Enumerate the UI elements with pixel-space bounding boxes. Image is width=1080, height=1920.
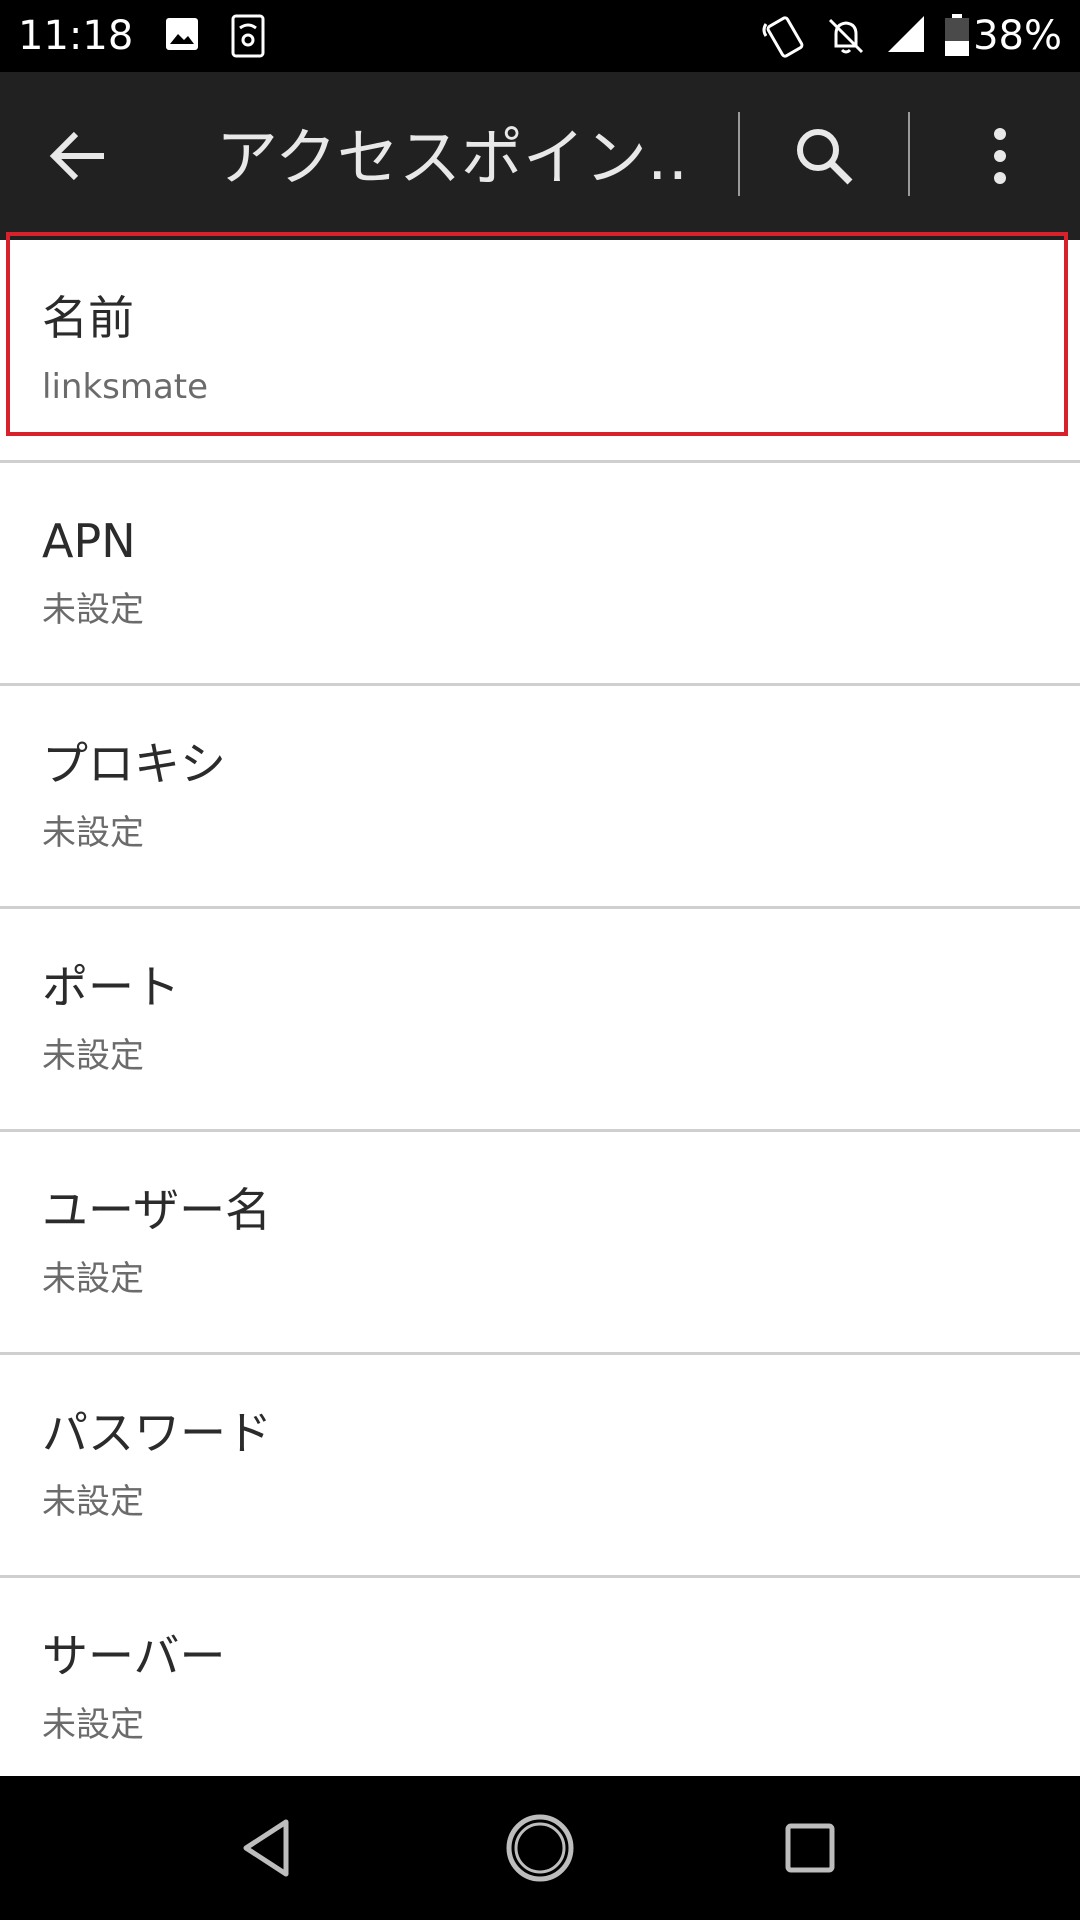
back-button[interactable] [40, 116, 120, 196]
item-summary: 未設定 [42, 590, 144, 630]
toolbar-divider [738, 112, 740, 196]
battery-icon [945, 14, 969, 56]
status-time: 11:18 [18, 13, 134, 59]
arrow-left-icon [49, 131, 104, 181]
bell-off-icon [828, 18, 864, 54]
image-icon [166, 18, 198, 50]
item-title: APN [42, 514, 136, 568]
list-item-password[interactable]: パスワード 未設定 [0, 1355, 1080, 1578]
list-item-username[interactable]: ユーザー名 未設定 [0, 1132, 1080, 1355]
item-title: ユーザー名 [42, 1183, 272, 1237]
item-summary: 未設定 [42, 1259, 144, 1299]
back-triangle-icon [243, 1819, 289, 1877]
nav-bar [0, 1776, 1080, 1920]
signal-icon [888, 16, 924, 52]
status-bar: 11:18 38% [0, 0, 1080, 72]
item-summary: 未設定 [42, 1036, 144, 1076]
home-circle-icon [506, 1814, 574, 1882]
list-item-server[interactable]: サーバー 未設定 [0, 1578, 1080, 1801]
page-title: アクセスポイン… [216, 122, 686, 194]
list-item-apn[interactable]: APN 未設定 [0, 463, 1080, 686]
sim-settings-icon [231, 14, 265, 58]
item-title: ポート [42, 960, 180, 1014]
battery-percent: 38% [973, 13, 1062, 59]
item-summary: 未設定 [42, 813, 144, 853]
item-summary: 未設定 [42, 1482, 144, 1522]
search-button[interactable] [784, 116, 864, 196]
item-title: プロキシ [42, 737, 226, 791]
list-item-name[interactable]: 名前 linksmate [0, 240, 1080, 463]
nav-home-button[interactable] [500, 1808, 580, 1888]
list-item-port[interactable]: ポート 未設定 [0, 909, 1080, 1132]
apn-settings-list: 名前 linksmate APN 未設定 プロキシ 未設定 ポート 未設定 ユー… [0, 240, 1080, 1801]
item-summary: linksmate [42, 367, 209, 407]
app-bar: アクセスポイン… [0, 72, 1080, 240]
item-summary: 未設定 [42, 1705, 144, 1745]
toolbar-divider [908, 112, 910, 196]
nav-back-button[interactable] [228, 1808, 308, 1888]
search-icon [797, 129, 853, 185]
more-vert-icon [994, 128, 1006, 184]
nav-recents-button[interactable] [770, 1808, 850, 1888]
list-item-proxy[interactable]: プロキシ 未設定 [0, 686, 1080, 909]
recents-square-icon [785, 1823, 835, 1873]
item-title: サーバー [42, 1629, 226, 1683]
item-title: パスワード [42, 1406, 272, 1460]
nfc-icon [762, 16, 804, 58]
item-title: 名前 [42, 291, 134, 345]
more-options-button[interactable] [960, 116, 1040, 196]
